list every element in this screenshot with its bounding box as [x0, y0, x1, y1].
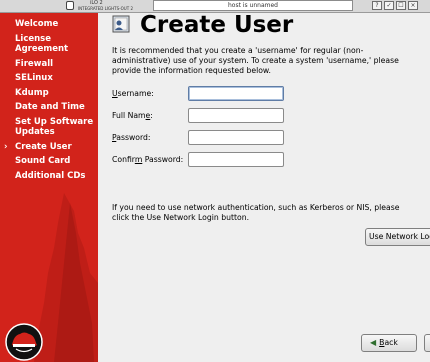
- sidebar-list: Welcome License Agreement Firewall SELin…: [0, 13, 98, 181]
- ilo-subtitle: INTEGRATED LIGHTS-OUT 2: [78, 6, 133, 11]
- sidebar-item-date-and-time: Date and Time: [15, 102, 85, 112]
- user-icon: [112, 15, 130, 33]
- confirm-password-label: Confirm Password:: [112, 155, 184, 164]
- confirm-password-field[interactable]: [188, 152, 284, 167]
- intro-text: It is recommended that you create a 'use…: [112, 46, 399, 76]
- sidebar-item-additional-cds: Additional CDs: [15, 170, 86, 181]
- username-label: Username:: [112, 89, 154, 98]
- forward-button[interactable]: [424, 334, 430, 352]
- sidebar-item-sound-card: Sound Card: [15, 156, 71, 166]
- sidebar-item-firewall: Firewall: [15, 58, 54, 69]
- back-arrow-icon: ◀: [370, 338, 377, 347]
- ilo-logo-icon: [66, 1, 74, 10]
- password-field[interactable]: [188, 130, 284, 145]
- sidebar-item-software-updates: Set Up Software Updates: [15, 116, 94, 138]
- main-panel: Create User It is recommended that you c…: [98, 12, 430, 362]
- check-icon[interactable]: ✓: [384, 1, 394, 10]
- sidebar: Welcome License Agreement Firewall SELin…: [0, 13, 98, 362]
- sidebar-item-license-agreement: License Agreement: [15, 33, 69, 55]
- red-hat-logo-icon: [5, 323, 43, 361]
- close-icon[interactable]: ×: [408, 1, 418, 10]
- fullname-label: Full Name:: [112, 111, 153, 120]
- sidebar-item-welcome: Welcome: [15, 19, 59, 29]
- help-icon[interactable]: ?: [372, 1, 382, 10]
- fullname-field[interactable]: [188, 108, 284, 123]
- sidebar-item-create-user: Create User: [0, 142, 98, 153]
- window-icon[interactable]: ☐: [396, 1, 406, 10]
- use-network-login-button[interactable]: Use Network Login: [365, 228, 430, 246]
- back-button[interactable]: ◀ Back: [361, 334, 417, 352]
- page-title: Create User: [140, 12, 294, 38]
- username-field[interactable]: [188, 86, 284, 101]
- network-auth-note: If you need to use network authenticatio…: [112, 203, 400, 223]
- host-status: host is unnamed: [153, 0, 353, 11]
- password-label: Password:: [112, 133, 151, 142]
- sidebar-item-selinux: SELinux: [15, 73, 53, 83]
- sidebar-item-kdump: Kdump: [15, 87, 49, 98]
